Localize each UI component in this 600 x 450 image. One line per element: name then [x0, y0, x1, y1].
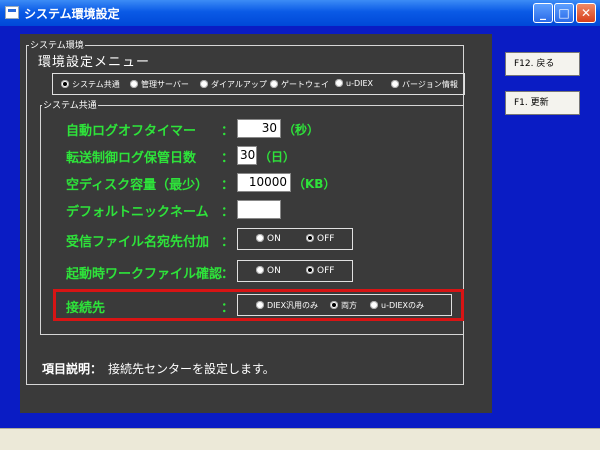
window-title: システム環境設定 — [24, 7, 120, 21]
nickname-label: デフォルトニックネーム — [66, 205, 209, 220]
maximize-button[interactable]: □ — [554, 3, 574, 23]
nickname-input[interactable] — [237, 200, 281, 219]
radio-icon — [370, 300, 378, 309]
radio-icon — [256, 300, 264, 309]
app-window: システム環境設定 _ □ ✕ システム環境 環境設定メニュー システム共通 管理… — [0, 0, 600, 450]
disk-space-input[interactable]: 10000 — [237, 173, 291, 192]
description-label: 項目説明： — [42, 362, 103, 376]
connection-u-diex-only-radio[interactable]: u-DIEXのみ — [370, 300, 424, 311]
description-text: 接続先センターを設定します。 — [108, 362, 275, 376]
radio-icon — [61, 79, 69, 88]
connection-label: 接続先 — [66, 301, 106, 316]
auto-logoff-input[interactable]: 30 — [237, 119, 281, 138]
status-bar — [0, 428, 600, 450]
startup-check-on-radio[interactable]: ON — [256, 265, 281, 276]
colon: ： — [221, 151, 235, 166]
radio-icon — [270, 79, 278, 88]
settings-menu-tabs: システム共通 管理サーバー ダイアルアップ ゲートウェイ u-DIEX バージョ… — [52, 73, 465, 95]
tab-management-server[interactable]: 管理サーバー — [130, 79, 189, 90]
connection-diex-only-radio[interactable]: DIEX汎用のみ — [256, 300, 318, 311]
maximize-icon: □ — [558, 6, 570, 20]
radio-icon — [391, 79, 399, 88]
minimize-button[interactable]: _ — [533, 3, 553, 23]
recv-name-on-radio[interactable]: ON — [256, 233, 281, 244]
colon: ： — [221, 301, 235, 316]
radio-icon — [130, 79, 138, 88]
colon: ： — [221, 267, 235, 282]
startup-check-off-radio[interactable]: OFF — [306, 265, 334, 276]
recv-name-off-radio[interactable]: OFF — [306, 233, 334, 244]
auto-logoff-label: 自動ログオフタイマー — [66, 124, 197, 139]
radio-icon — [306, 233, 314, 242]
close-icon: ✕ — [580, 6, 592, 20]
startup-check-radio-group: ON OFF — [237, 260, 353, 282]
disk-space-label: 空ディスク容量（最少） — [66, 178, 209, 193]
radio-icon — [200, 79, 208, 88]
colon: ： — [221, 178, 235, 193]
title-bar[interactable]: システム環境設定 _ □ ✕ — [0, 0, 600, 26]
log-days-input[interactable]: 30 — [237, 146, 257, 165]
radio-icon — [335, 78, 343, 87]
connection-radio-group: DIEX汎用のみ 両方 u-DIEXのみ — [237, 294, 452, 316]
radio-icon — [330, 300, 338, 309]
auto-logoff-unit: （秒） — [283, 123, 320, 137]
log-days-label: 転送制御ログ保管日数 — [66, 151, 197, 166]
radio-icon — [256, 233, 264, 242]
recv-name-label: 受信ファイル名宛先付加 — [66, 235, 210, 250]
tab-u-diex[interactable]: u-DIEX — [335, 78, 373, 88]
colon: ： — [221, 205, 235, 220]
disk-space-unit: （KB） — [293, 177, 336, 191]
connection-both-radio[interactable]: 両方 — [330, 300, 357, 311]
minimize-icon: _ — [540, 6, 546, 20]
radio-icon — [306, 265, 314, 274]
recv-name-radio-group: ON OFF — [237, 228, 353, 250]
system-common-legend: システム共通 — [42, 98, 98, 111]
colon: ： — [221, 235, 235, 250]
system-env-legend: システム環境 — [29, 38, 85, 51]
tab-version-info[interactable]: バージョン情報 — [391, 79, 458, 90]
startup-check-label: 起動時ワークファイル確認 — [66, 267, 223, 282]
close-button[interactable]: ✕ — [576, 3, 596, 23]
update-button[interactable]: F1. 更新 — [505, 91, 580, 115]
tab-dialup[interactable]: ダイアルアップ — [200, 79, 267, 90]
back-button[interactable]: F12. 戻る — [505, 52, 580, 76]
tab-gateway[interactable]: ゲートウェイ — [270, 79, 329, 90]
menu-title: 環境設定メニュー — [38, 55, 151, 70]
tab-system-common[interactable]: システム共通 — [61, 79, 120, 90]
radio-icon — [256, 265, 264, 274]
log-days-unit: （日） — [259, 150, 296, 164]
app-icon — [5, 6, 19, 19]
colon: ： — [221, 124, 235, 139]
